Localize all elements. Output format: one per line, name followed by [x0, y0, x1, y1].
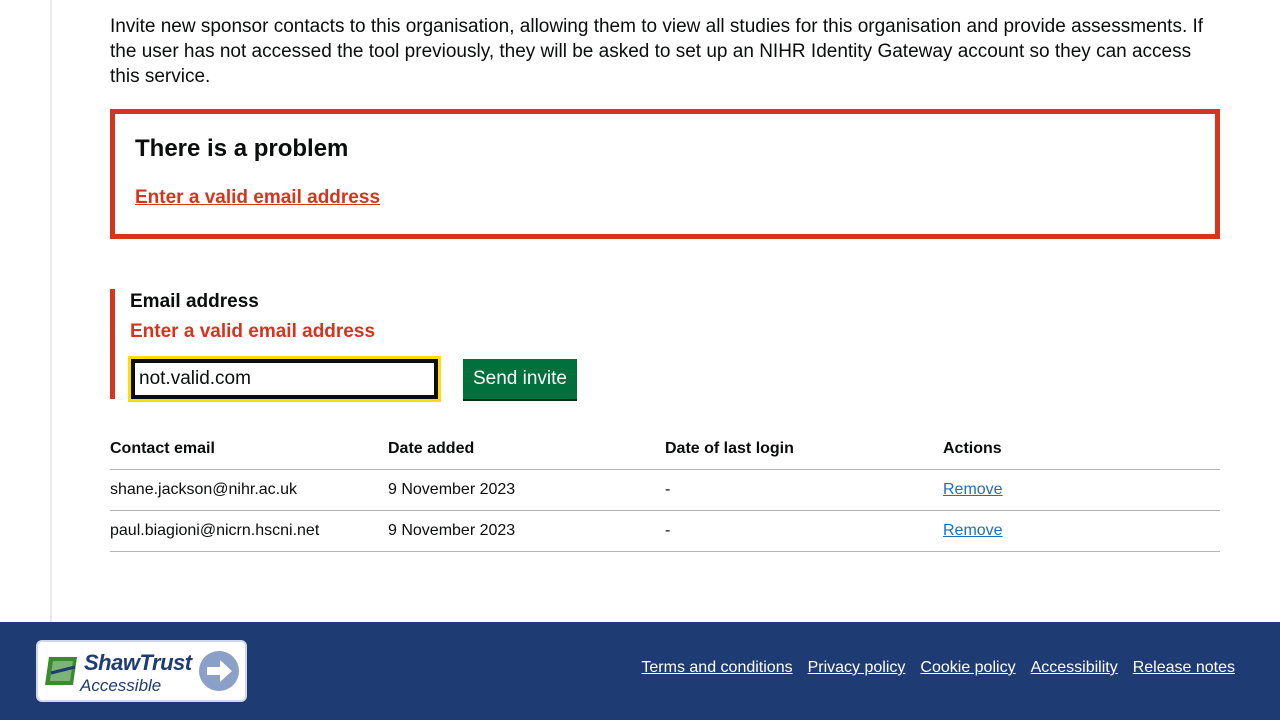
- send-invite-button[interactable]: Send invite: [463, 359, 577, 399]
- shaw-trust-logo-icon: [45, 657, 77, 685]
- date-added: 9 November 2023: [388, 510, 665, 552]
- contact-email: shane.jackson@nihr.ac.uk: [110, 469, 388, 511]
- last-login: -: [665, 469, 943, 511]
- error-summary: There is a problem Enter a valid email a…: [110, 109, 1220, 239]
- email-error-message: Enter a valid email address: [130, 321, 376, 342]
- remove-link[interactable]: Remove: [943, 481, 1003, 498]
- footer-link-accessibility[interactable]: Accessibility: [1031, 659, 1118, 677]
- email-form-group: Email address Enter a valid email addres…: [110, 289, 810, 402]
- footer-link-terms[interactable]: Terms and conditions: [641, 659, 792, 677]
- column-header-last-login: Date of last login: [665, 428, 943, 470]
- badge-title: ShawTrust: [84, 650, 192, 675]
- intro-text: Invite new sponsor contacts to this orga…: [110, 16, 1204, 87]
- page-left-rail: [0, 0, 52, 622]
- error-summary-link[interactable]: Enter a valid email address: [135, 187, 380, 209]
- date-added: 9 November 2023: [388, 469, 665, 511]
- actions-cell: Remove: [943, 469, 1220, 511]
- column-header-date-added: Date added: [388, 428, 665, 470]
- footer-links: Terms and conditions Privacy policy Cook…: [641, 659, 1235, 677]
- arrow-right-icon: [199, 651, 239, 691]
- table-header-row: Contact email Date added Date of last lo…: [110, 428, 1220, 470]
- last-login: -: [665, 510, 943, 552]
- actions-cell: Remove: [943, 510, 1220, 552]
- footer-link-cookies[interactable]: Cookie policy: [920, 659, 1015, 677]
- email-input[interactable]: [131, 359, 438, 399]
- contacts-table: Contact email Date added Date of last lo…: [110, 428, 1220, 552]
- badge-subtitle: Accessible: [80, 676, 162, 695]
- email-label: Email address: [130, 291, 259, 312]
- footer-link-release-notes[interactable]: Release notes: [1133, 659, 1235, 677]
- column-header-actions: Actions: [943, 428, 1220, 470]
- shaw-trust-accessible-badge: ShawTrust Accessible: [36, 640, 247, 702]
- table-row: paul.biagioni@nicrn.hscni.net 9 November…: [110, 510, 1220, 552]
- email-focus-ring: [128, 356, 441, 402]
- site-footer: ShawTrust Accessible Terms and condition…: [0, 622, 1280, 720]
- column-header-contact-email: Contact email: [110, 428, 388, 470]
- remove-link[interactable]: Remove: [943, 522, 1003, 539]
- table-row: shane.jackson@nihr.ac.uk 9 November 2023…: [110, 469, 1220, 511]
- contact-email: paul.biagioni@nicrn.hscni.net: [110, 510, 388, 552]
- footer-link-privacy[interactable]: Privacy policy: [808, 659, 906, 677]
- error-summary-title: There is a problem: [135, 135, 349, 162]
